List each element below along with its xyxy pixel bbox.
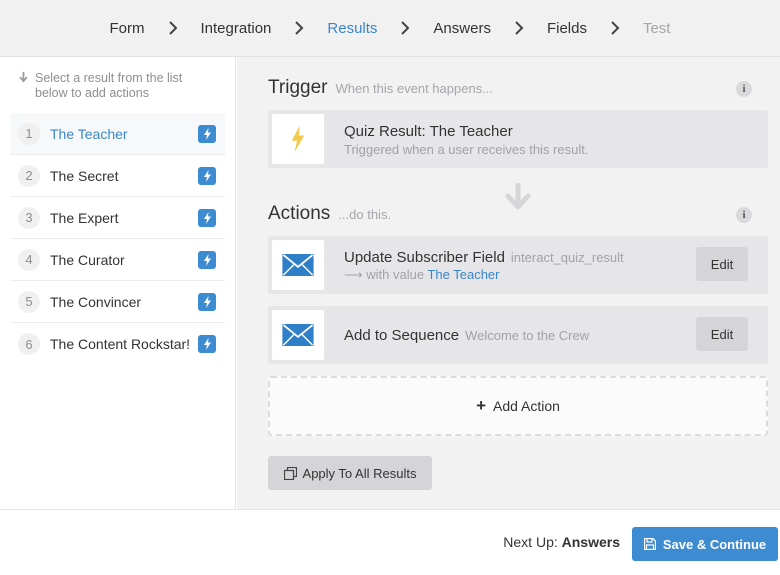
result-item-3[interactable]: 3 The Expert xyxy=(10,197,225,239)
info-icon[interactable]: i xyxy=(736,81,752,97)
trigger-card: Quiz Result: The Teacher Triggered when … xyxy=(268,110,768,168)
envelope-icon xyxy=(272,310,324,360)
lightning-icon xyxy=(272,114,324,164)
breadcrumb-integration[interactable]: Integration xyxy=(201,20,272,37)
result-item-6[interactable]: 6 The Content Rockstar! xyxy=(10,323,225,365)
arrow-right-icon: ⟶ xyxy=(344,267,363,282)
breadcrumb-fields[interactable]: Fields xyxy=(547,20,587,37)
result-number: 6 xyxy=(18,333,40,355)
breadcrumb-results[interactable]: Results xyxy=(327,20,377,37)
save-continue-button[interactable]: Save & Continue xyxy=(632,527,778,561)
action-value-prefix: with value xyxy=(366,267,425,282)
action-title: Update Subscriber Field xyxy=(344,249,505,266)
plus-icon: + xyxy=(476,396,486,415)
action-card-title: Update Subscriber Field interact_quiz_res… xyxy=(344,249,624,266)
apply-label: Apply To All Results xyxy=(302,465,417,481)
result-number: 1 xyxy=(18,122,40,145)
result-name: The Content Rockstar! xyxy=(50,336,191,352)
arrow-down-icon xyxy=(505,183,531,210)
lightning-icon xyxy=(198,209,216,227)
trigger-title: Trigger xyxy=(268,77,328,98)
lightning-icon xyxy=(198,335,216,353)
envelope-icon xyxy=(272,240,324,290)
result-name: The Expert xyxy=(50,209,119,226)
result-number: 5 xyxy=(18,290,40,313)
chevron-right-icon xyxy=(393,19,417,37)
copy-icon xyxy=(283,466,297,480)
actions-title: Actions xyxy=(268,203,331,224)
result-number: 3 xyxy=(18,206,40,229)
action-card-title: Add to Sequence Welcome to the Crew xyxy=(344,327,589,344)
lightning-icon xyxy=(198,125,216,143)
next-up-text: Next Up: Answers xyxy=(503,534,620,550)
actions-heading: Actions ...do this. xyxy=(268,203,391,225)
next-up-step: Answers xyxy=(561,534,620,550)
breadcrumb-bar: Form Integration Results Answers Fields … xyxy=(0,0,780,57)
arrow-down-icon xyxy=(18,71,29,101)
chevron-right-icon xyxy=(161,19,185,37)
chevron-right-icon xyxy=(603,19,627,37)
result-name: The Convincer xyxy=(50,293,142,310)
add-action-button[interactable]: + Add Action xyxy=(268,376,768,436)
save-icon xyxy=(643,538,656,550)
footer-bar: Next Up: Answers Save & Continue xyxy=(0,509,780,575)
result-number: 4 xyxy=(18,248,40,271)
breadcrumb-answers[interactable]: Answers xyxy=(433,20,491,37)
lightning-icon xyxy=(198,251,216,269)
action-card-add-sequence: Add to Sequence Welcome to the Crew Edit xyxy=(268,306,768,364)
result-number: 2 xyxy=(18,164,40,187)
result-item-2[interactable]: 2 The Secret xyxy=(10,155,225,197)
edit-button[interactable]: Edit xyxy=(696,247,748,281)
trigger-card-subtitle: Triggered when a user receives this resu… xyxy=(344,142,589,157)
apply-to-all-button[interactable]: Apply To All Results xyxy=(268,456,432,490)
breadcrumb-test: Test xyxy=(642,19,671,37)
trigger-heading: Trigger When this event happens... xyxy=(268,77,493,99)
result-name: The Curator xyxy=(50,251,125,268)
action-field-name: interact_quiz_result xyxy=(510,250,624,265)
edit-button[interactable]: Edit xyxy=(696,317,748,351)
next-up-prefix: Next Up: xyxy=(503,534,558,550)
trigger-card-title: Quiz Result: The Teacher xyxy=(344,123,513,140)
result-item-1[interactable]: 1 The Teacher xyxy=(10,113,225,155)
lightning-icon xyxy=(198,167,216,185)
result-item-4[interactable]: 4 The Curator xyxy=(10,239,225,281)
result-name: The Secret xyxy=(50,167,119,184)
action-value-line: ⟶ with value The Teacher xyxy=(344,267,500,283)
results-sidebar: Select a result from the list below to a… xyxy=(0,57,236,509)
actions-subtitle: ...do this. xyxy=(338,207,392,222)
lightning-icon xyxy=(198,293,216,311)
chevron-right-icon xyxy=(507,19,531,37)
chevron-right-icon xyxy=(287,19,311,37)
action-title: Add to Sequence xyxy=(344,327,460,344)
save-label: Save & Continue xyxy=(662,536,767,552)
result-list: 1 The Teacher 2 The Secret 3 The Expert … xyxy=(10,113,225,365)
action-card-update-field: Update Subscriber Field interact_quiz_res… xyxy=(268,236,768,294)
result-name: The Teacher xyxy=(50,125,128,142)
action-value: The Teacher xyxy=(427,267,500,282)
sidebar-hint-text: Select a result from the list below to a… xyxy=(35,71,183,100)
action-sequence-name: Welcome to the Crew xyxy=(465,328,590,343)
breadcrumb-form[interactable]: Form xyxy=(110,20,145,37)
sidebar-hint: Select a result from the list below to a… xyxy=(18,71,218,101)
info-icon[interactable]: i xyxy=(736,207,752,223)
breadcrumb: Form Integration Results Answers Fields … xyxy=(110,19,671,37)
result-item-5[interactable]: 5 The Convincer xyxy=(10,281,225,323)
trigger-subtitle: When this event happens... xyxy=(335,81,494,96)
main-panel: Trigger When this event happens... i Qui… xyxy=(237,57,780,509)
add-action-label: Add Action xyxy=(493,398,560,414)
